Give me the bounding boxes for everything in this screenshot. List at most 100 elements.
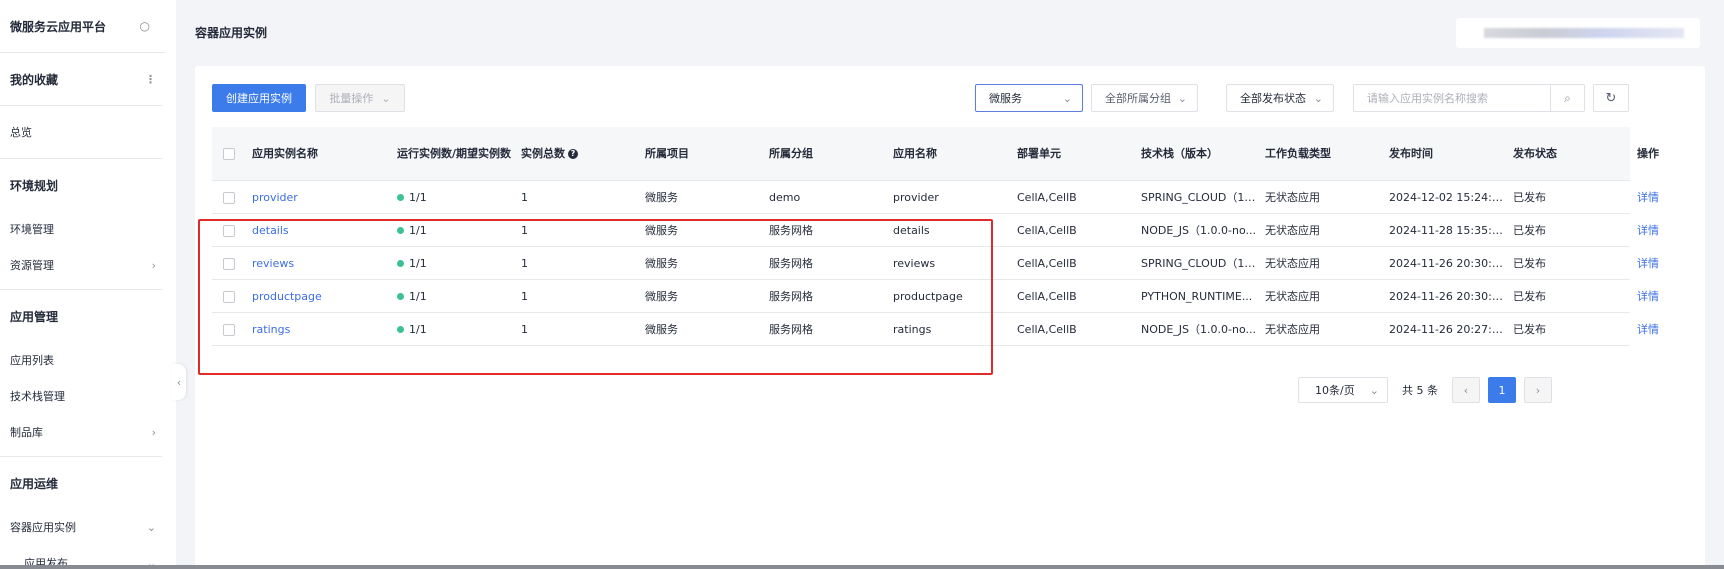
batch-operation-label: 批量操作 xyxy=(329,92,374,105)
sidebar-item-favorites[interactable]: 我的收藏 ⋮ xyxy=(0,53,162,105)
workload-cell: 无状态应用 xyxy=(1265,323,1320,336)
user-info-blurred[interactable] xyxy=(1456,18,1700,48)
publish-time-cell: 2024-11-26 20:30:03 xyxy=(1389,289,1506,303)
header-unit: 部署单元 xyxy=(1017,147,1061,160)
sidebar-item-resource-management[interactable]: 资源管理 › xyxy=(0,247,162,283)
table-row: productpage 1/1 1 微服务 服务网格 productpage CellA,C… xyxy=(212,280,1659,313)
sidebar-section-overview: 总览 xyxy=(0,106,162,159)
refresh-button[interactable]: ↻ xyxy=(1593,84,1629,112)
row-checkbox[interactable] xyxy=(223,323,235,336)
more-icon[interactable]: ⋮ xyxy=(145,73,156,86)
status-filter-value: 全部发布状态 xyxy=(1240,92,1306,105)
page-size-value: 10条/页 xyxy=(1315,384,1355,397)
status-filter-select[interactable]: 全部发布状态 ⌄ xyxy=(1226,84,1334,112)
instance-name-link[interactable]: provider xyxy=(252,191,397,204)
sidebar-group-env: 环境规划 xyxy=(0,159,162,211)
status-cell: 已发布 xyxy=(1513,224,1546,237)
details-link[interactable]: 详情 xyxy=(1637,189,1677,205)
prev-page-button[interactable]: ‹ xyxy=(1452,377,1480,403)
page-number-current[interactable]: 1 xyxy=(1488,377,1516,403)
chevron-down-icon: ⌄ xyxy=(146,520,156,534)
stack-cell: NODE_JS（1.0.0-no... xyxy=(1141,224,1256,237)
header-name[interactable]: 应用实例名称 xyxy=(252,146,397,161)
instance-name-link[interactable]: productpage xyxy=(252,290,397,303)
batch-operation-button[interactable]: 批量操作 ⌄ xyxy=(315,84,405,112)
sidebar-item-label: 应用列表 xyxy=(10,354,54,367)
details-link[interactable]: 详情 xyxy=(1637,222,1677,238)
group-filter-select[interactable]: 全部所属分组 ⌄ xyxy=(1091,84,1198,112)
running-count: 1/1 xyxy=(397,290,521,303)
search-icon[interactable]: ○ xyxy=(140,19,150,33)
row-select-cell xyxy=(212,323,252,336)
running-count-value: 1/1 xyxy=(409,256,427,270)
blurred-text xyxy=(1484,28,1684,38)
status-cell: 已发布 xyxy=(1513,257,1546,270)
app-name-cell: provider xyxy=(893,190,939,204)
table-row: reviews 1/1 1 微服务 服务网格 reviews CellA,CellB SPRI… xyxy=(212,247,1659,280)
sidebar-item-overview[interactable]: 总览 xyxy=(0,106,162,158)
search-input[interactable] xyxy=(1354,85,1550,111)
row-checkbox[interactable] xyxy=(223,224,235,237)
publish-time-cell: 2024-11-28 15:35:08 xyxy=(1389,223,1506,237)
group-cell: 服务网格 xyxy=(769,224,813,237)
sidebar-item-container-instances[interactable]: 容器应用实例 ⌄ xyxy=(0,509,162,545)
sidebar-item-label: 制品库 xyxy=(10,426,43,439)
create-instance-button[interactable]: 创建应用实例 xyxy=(212,84,306,112)
chevron-down-icon: ⌄ xyxy=(1177,91,1187,105)
sidebar-group-label: 应用管理 xyxy=(10,309,59,324)
header-running: 运行实例数/期望实例数 xyxy=(397,147,512,160)
project-cell: 微服务 xyxy=(645,224,678,237)
search-icon[interactable]: ⌕ xyxy=(1550,85,1584,111)
sidebar-item-app-list[interactable]: 应用列表 xyxy=(0,342,162,378)
total-count-cell: 1 xyxy=(521,256,528,270)
header-stack: 技术栈（版本） xyxy=(1141,147,1218,160)
help-icon[interactable]: ? xyxy=(568,149,578,159)
running-count: 1/1 xyxy=(397,323,521,336)
collapse-icon: ‹ xyxy=(176,375,182,389)
pagination: 10条/页 ⌄ 共 5 条 ‹ 1 › xyxy=(1298,377,1552,403)
instance-name-link[interactable]: ratings xyxy=(252,323,397,336)
page-size-select[interactable]: 10条/页 ⌄ xyxy=(1298,377,1388,403)
details-link[interactable]: 详情 xyxy=(1637,255,1677,271)
sidebar-section-favorites: 我的收藏 ⋮ xyxy=(0,53,162,106)
app-name-cell: ratings xyxy=(893,322,932,336)
sidebar-item-stack-management[interactable]: 技术栈管理 xyxy=(0,378,162,414)
running-status-dot xyxy=(397,227,404,234)
row-checkbox[interactable] xyxy=(223,191,235,204)
row-select-cell xyxy=(212,257,252,270)
total-count-cell: 1 xyxy=(521,322,528,336)
sidebar-section-app: 应用管理 应用列表 技术栈管理 制品库 › xyxy=(0,290,162,457)
total-count-cell: 1 xyxy=(521,190,528,204)
details-link[interactable]: 详情 xyxy=(1637,321,1677,337)
content-card: 创建应用实例 批量操作 ⌄ 微服务 ⌄ 全部所属分组 ⌄ 全部发布状态 ⌄ ⌕ … xyxy=(195,66,1705,569)
details-link[interactable]: 详情 xyxy=(1637,288,1677,304)
row-checkbox[interactable] xyxy=(223,290,235,303)
instance-name-link[interactable]: details xyxy=(252,224,397,237)
select-all-checkbox[interactable] xyxy=(223,148,235,160)
sidebar-group-ops: 应用运维 xyxy=(0,457,162,509)
deploy-unit-cell: CellA,CellB xyxy=(1017,190,1077,204)
sidebar-group-label: 环境规划 xyxy=(10,178,59,193)
sidebar-item-artifact-repo[interactable]: 制品库 › xyxy=(0,414,162,450)
running-status-dot xyxy=(397,194,404,201)
publish-time-cell: 2024-11-26 20:27:30 xyxy=(1389,322,1506,336)
stack-cell: PYTHON_RUNTIME... xyxy=(1141,289,1253,303)
sidebar-group-label: 应用运维 xyxy=(10,476,59,491)
next-page-button[interactable]: › xyxy=(1524,377,1552,403)
type-filter-select[interactable]: 微服务 ⌄ xyxy=(975,84,1083,112)
status-cell: 已发布 xyxy=(1513,290,1546,303)
group-filter-value: 全部所属分组 xyxy=(1105,92,1171,105)
app-name-cell: productpage xyxy=(893,289,963,303)
sidebar-item-env-management[interactable]: 环境管理 xyxy=(0,211,162,247)
instance-name-link[interactable]: reviews xyxy=(252,257,397,270)
table-row: provider 1/1 1 微服务 demo provider CellA,CellB SP… xyxy=(212,181,1659,214)
row-select-cell xyxy=(212,191,252,204)
running-count-value: 1/1 xyxy=(409,190,427,204)
header-total: 实例总数? xyxy=(521,146,645,161)
sidebar-collapse-handle[interactable]: ‹ xyxy=(172,364,186,400)
header-time: 发布时间 xyxy=(1389,147,1433,160)
row-checkbox[interactable] xyxy=(223,257,235,270)
project-cell: 微服务 xyxy=(645,290,678,303)
app-name-cell: reviews xyxy=(893,256,936,270)
header-status: 发布状态 xyxy=(1513,147,1557,160)
